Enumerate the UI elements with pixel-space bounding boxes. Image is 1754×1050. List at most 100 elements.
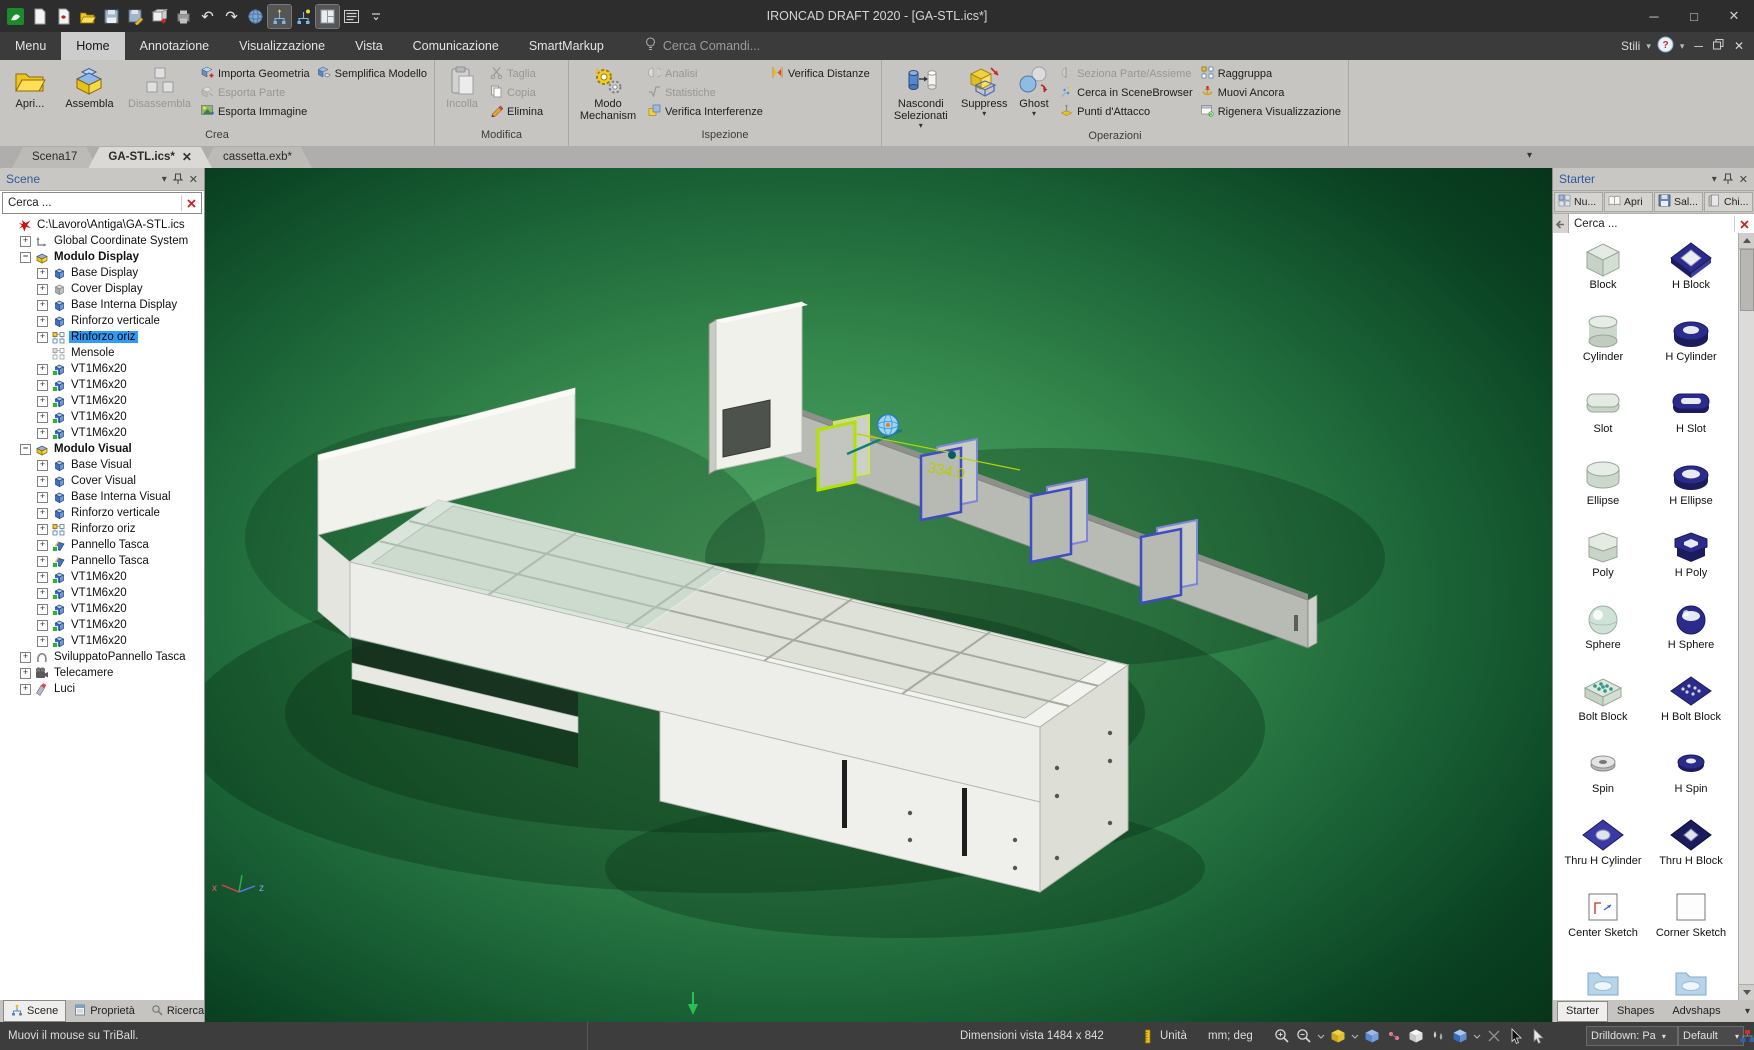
catalog-close-button[interactable]: Chi... <box>1704 192 1753 212</box>
expand-icon[interactable]: + <box>37 604 48 615</box>
punti-attacco-button[interactable]: Punti d'Attacco <box>1060 104 1193 119</box>
tab-overflow-icon[interactable]: ▾ <box>1527 150 1532 161</box>
catalog-item-poly[interactable]: Poly <box>1559 527 1647 599</box>
pin-icon[interactable] <box>173 173 183 185</box>
chevron-down-icon[interactable]: ▾ <box>1646 41 1651 52</box>
catalog-search-input[interactable]: Cerca ... <box>1569 218 1734 230</box>
tree-item[interactable]: +Rinforzo verticale <box>0 505 204 521</box>
tree-item[interactable]: +Cover Visual <box>0 473 204 489</box>
app-logo-icon[interactable] <box>4 5 27 28</box>
catalog-item-h-block[interactable]: H Block <box>1647 239 1735 311</box>
expand-icon[interactable]: + <box>37 460 48 471</box>
deselect-icon[interactable] <box>1484 1028 1504 1044</box>
catalog-scrollbar[interactable] <box>1738 233 1754 1000</box>
tree-item[interactable]: +Pannello Tasca <box>0 537 204 553</box>
tree-item[interactable]: +Luci <box>0 681 204 697</box>
list-view-icon[interactable] <box>340 5 363 28</box>
tree-item[interactable]: +Global Coordinate System <box>0 233 204 249</box>
catalog-item-slot[interactable]: Slot <box>1559 383 1647 455</box>
tab-smartmarkup[interactable]: SmartMarkup <box>514 32 619 60</box>
catalog-item-folder[interactable] <box>1647 959 1735 1000</box>
undo-icon[interactable]: ↶ <box>196 5 219 28</box>
tree-item[interactable]: +Base Display <box>0 265 204 281</box>
expand-icon[interactable]: + <box>37 364 48 375</box>
zoom-window-icon[interactable] <box>1272 1028 1292 1044</box>
new-markup-icon[interactable] <box>52 5 75 28</box>
clear-search-icon[interactable] <box>181 195 201 211</box>
maximize-button[interactable]: □ <box>1674 0 1714 32</box>
command-search-input[interactable]: Cerca Comandi... <box>645 37 760 55</box>
tree-item[interactable]: +VT1M6x20 <box>0 393 204 409</box>
tree-item[interactable]: +Base Interna Display <box>0 297 204 313</box>
module-panel-part[interactable] <box>709 302 808 474</box>
expand-icon[interactable]: + <box>37 572 48 583</box>
tree-item[interactable]: +VT1M6x20 <box>0 425 204 441</box>
tab-scene[interactable]: Scene <box>3 1000 66 1022</box>
tree-item[interactable]: −Modulo Visual <box>0 441 204 457</box>
cursor-black-icon[interactable] <box>1506 1028 1526 1044</box>
save-as-icon[interactable] <box>124 5 147 28</box>
tree-item[interactable]: +VT1M6x20 <box>0 569 204 585</box>
expand-icon[interactable]: + <box>37 300 48 311</box>
catalog-item-folder[interactable] <box>1559 959 1647 1000</box>
expand-icon[interactable]: + <box>20 668 31 679</box>
copia-button[interactable]: Copia <box>490 85 543 100</box>
catalog-open-button[interactable]: Apri <box>1604 192 1653 212</box>
catalog-save-button[interactable]: Sal... <box>1654 192 1703 212</box>
tree-item[interactable]: +Telecamere <box>0 665 204 681</box>
expand-icon[interactable]: + <box>37 588 48 599</box>
catalog-item-cylinder[interactable]: Cylinder <box>1559 311 1647 383</box>
expand-icon[interactable]: + <box>37 476 48 487</box>
doc-tab-ga-stl[interactable]: GA-STL.ics* ✕ <box>88 147 212 168</box>
seziona-button[interactable]: Seziona Parte/Assieme <box>1060 66 1193 81</box>
scroll-down-icon[interactable] <box>1739 984 1754 1000</box>
drops-icon[interactable] <box>1428 1028 1448 1044</box>
esporta-immagine-button[interactable]: Esporta Immagine <box>201 104 310 119</box>
tree-item[interactable]: +Base Visual <box>0 457 204 473</box>
tree-item[interactable]: +Base Interna Visual <box>0 489 204 505</box>
modo-mechanism-button[interactable]: Modo Mechanism <box>572 62 644 129</box>
expand-icon[interactable]: + <box>37 316 48 327</box>
minimize-button[interactable]: ─ <box>1634 0 1674 32</box>
close-panel-icon[interactable]: ✕ <box>1739 173 1748 186</box>
catalog-tab-overflow-icon[interactable]: ▾ <box>1745 1006 1750 1017</box>
incolla-button[interactable]: Incolla <box>438 62 486 129</box>
window-layout-icon[interactable] <box>316 5 339 28</box>
expand-icon[interactable]: + <box>37 284 48 295</box>
esporta-parte-button[interactable]: Esporta Parte <box>201 85 310 100</box>
drilldown-dropdown[interactable]: Drilldown: Pa▾ <box>1586 1026 1678 1046</box>
expand-icon[interactable]: + <box>37 492 48 503</box>
taglia-button[interactable]: Taglia <box>490 66 543 81</box>
cursor-white-icon[interactable] <box>1528 1028 1548 1044</box>
white-cube-icon[interactable] <box>1406 1028 1426 1044</box>
raggruppa-button[interactable]: Raggruppa <box>1201 66 1341 81</box>
tab-menu[interactable]: Menu <box>0 32 61 60</box>
expand-icon[interactable]: + <box>37 524 48 535</box>
styles-dropdown[interactable]: Stili <box>1621 39 1640 53</box>
tab-ricerca[interactable]: Ricerca <box>143 1000 212 1022</box>
tab-shapes[interactable]: Shapes <box>1608 1001 1663 1022</box>
tree-item[interactable]: +SviluppatoPannello Tasca <box>0 649 204 665</box>
catalog-item-h-cylinder[interactable]: H Cylinder <box>1647 311 1735 383</box>
close-button[interactable]: ✕ <box>1714 0 1754 32</box>
pin-icon[interactable] <box>1723 173 1733 185</box>
scene-search-input[interactable]: Cerca ... <box>2 192 202 214</box>
suppress-button[interactable]: Suppress▾ <box>957 62 1012 130</box>
rigenera-button[interactable]: Rigenera Visualizzazione <box>1201 104 1341 119</box>
muovi-ancora-button[interactable]: Muovi Ancora <box>1201 85 1341 100</box>
tab-proprieta[interactable]: Proprietà <box>66 1000 143 1022</box>
zoom-fit-icon[interactable] <box>1294 1028 1314 1044</box>
tab-starter[interactable]: Starter <box>1557 1001 1608 1022</box>
tree-item[interactable]: C:\Lavoro\Antiga\GA-STL.ics <box>0 217 204 233</box>
semplifica-modello-button[interactable]: Semplifica Modello <box>318 66 427 81</box>
ghost-button[interactable]: Ghost▾ <box>1012 62 1056 130</box>
save-icon[interactable] <box>100 5 123 28</box>
collapse-icon[interactable]: − <box>20 252 31 263</box>
tree-item[interactable]: +VT1M6x20 <box>0 585 204 601</box>
expand-icon[interactable]: + <box>37 636 48 647</box>
statistiche-button[interactable]: Statistiche <box>648 85 763 100</box>
disassembla-button[interactable]: Disassembla <box>122 62 197 129</box>
cerca-scenebrowser-button[interactable]: Cerca in SceneBrowser <box>1060 85 1193 100</box>
expand-icon[interactable]: + <box>37 428 48 439</box>
scroll-up-icon[interactable] <box>1739 233 1754 249</box>
